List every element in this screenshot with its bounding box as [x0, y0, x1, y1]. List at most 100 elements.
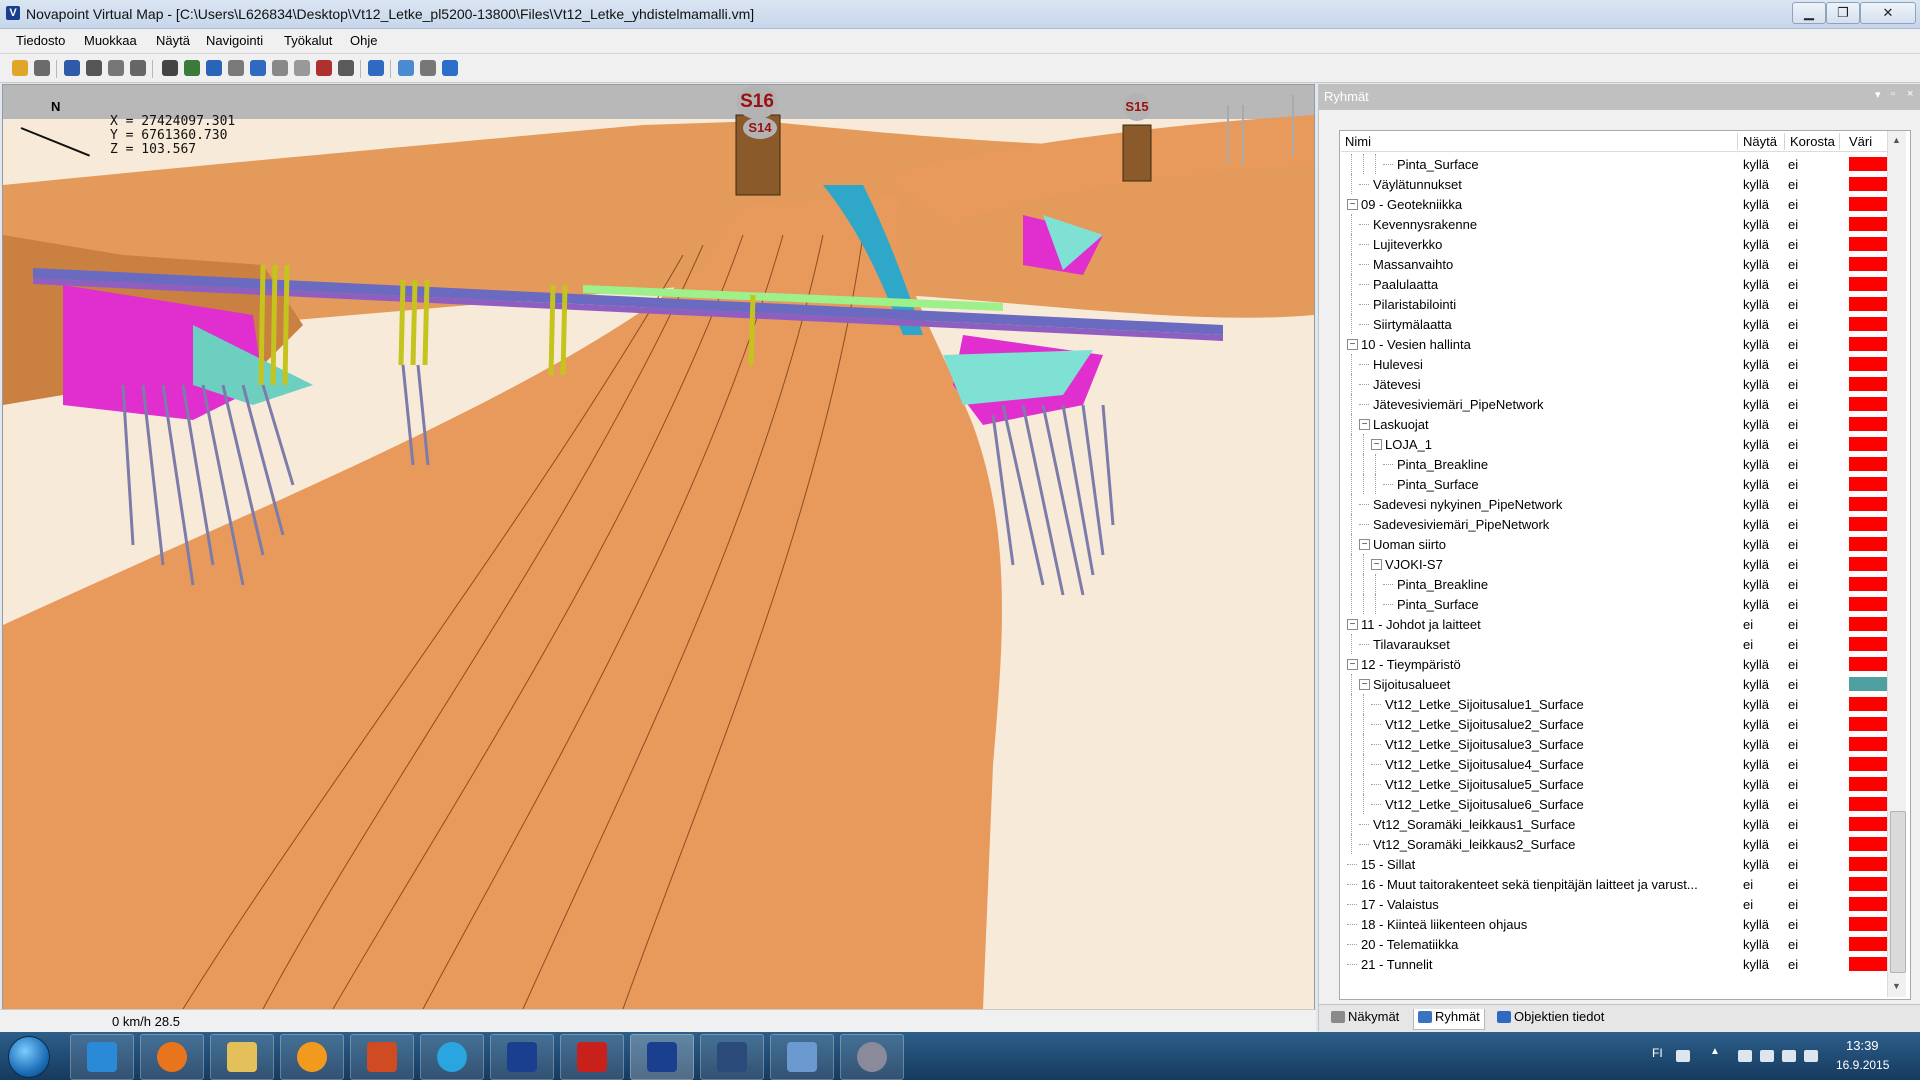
3d-viewport[interactable]: N X = 27424097.301 Y = 6761360.730 Z = 1… — [2, 84, 1315, 1010]
tree-scrollbar[interactable]: ▲ ▼ — [1887, 131, 1906, 997]
restore-button[interactable]: ❐ — [1826, 2, 1860, 24]
tree-row[interactable]: Pilaristabilointi kyllä ei — [1341, 294, 1891, 314]
visibility-value[interactable]: kyllä — [1743, 477, 1769, 492]
panel-close-icon[interactable]: × — [1907, 88, 1913, 100]
tree-row[interactable]: − VJOKI-S7 kyllä ei — [1341, 554, 1891, 574]
highlight-value[interactable]: ei — [1788, 217, 1798, 232]
minimize-button[interactable]: ▁ — [1792, 2, 1826, 24]
highlight-value[interactable]: ei — [1788, 317, 1798, 332]
info-query-icon[interactable] — [250, 60, 266, 76]
color-swatch[interactable] — [1849, 757, 1887, 771]
highlight-value[interactable]: ei — [1788, 417, 1798, 432]
tree-row[interactable]: Hulevesi kyllä ei — [1341, 354, 1891, 374]
color-swatch[interactable] — [1849, 897, 1887, 911]
highlight-value[interactable]: ei — [1788, 737, 1798, 752]
tree-row[interactable]: Vt12_Letke_Sijoitusalue5_Surface kyllä ei — [1341, 774, 1891, 794]
tree-row[interactable]: 16 - Muut taitorakenteet sekä tienpitäjä… — [1341, 874, 1891, 894]
highlight-value[interactable]: ei — [1788, 477, 1798, 492]
back-arrow-icon[interactable] — [64, 60, 80, 76]
visibility-value[interactable]: kyllä — [1743, 737, 1769, 752]
visibility-value[interactable]: kyllä — [1743, 417, 1769, 432]
menu-muokkaa[interactable]: Muokkaa — [84, 33, 137, 48]
tree-row[interactable]: − Uoman siirto kyllä ei — [1341, 534, 1891, 554]
color-swatch[interactable] — [1849, 817, 1887, 831]
tree-row[interactable]: Pinta_Surface kyllä ei — [1341, 154, 1891, 174]
color-swatch[interactable] — [1849, 277, 1887, 291]
tree-row[interactable]: Väylätunnukset kyllä ei — [1341, 174, 1891, 194]
color-swatch[interactable] — [1849, 737, 1887, 751]
visibility-value[interactable]: kyllä — [1743, 817, 1769, 832]
color-swatch[interactable] — [1849, 857, 1887, 871]
tab-nakymat[interactable]: Näkymät — [1327, 1009, 1403, 1029]
visibility-value[interactable]: kyllä — [1743, 217, 1769, 232]
highlight-value[interactable]: ei — [1788, 957, 1798, 972]
visibility-value[interactable]: kyllä — [1743, 657, 1769, 672]
pan-icon[interactable] — [108, 60, 124, 76]
highlight-value[interactable]: ei — [1788, 437, 1798, 452]
color-swatch[interactable] — [1849, 777, 1887, 791]
visibility-value[interactable]: kyllä — [1743, 597, 1769, 612]
novapoint-app-icon[interactable]: V — [6, 6, 20, 20]
tree-row[interactable]: Siirtymälaatta kyllä ei — [1341, 314, 1891, 334]
taskbar-media-player[interactable] — [280, 1034, 344, 1080]
walk-icon[interactable] — [162, 60, 178, 76]
zoom-icon[interactable] — [228, 60, 244, 76]
view-cube-icon[interactable] — [206, 60, 222, 76]
color-swatch[interactable] — [1849, 937, 1887, 951]
color-swatch[interactable] — [1849, 357, 1887, 371]
highlight-value[interactable]: ei — [1788, 257, 1798, 272]
tree-row[interactable]: Vt12_Letke_Sijoitusalue3_Surface kyllä ei — [1341, 734, 1891, 754]
highlight-value[interactable]: ei — [1788, 197, 1798, 212]
taskbar-skype[interactable] — [420, 1034, 484, 1080]
color-swatch[interactable] — [1849, 217, 1887, 231]
highlight-value[interactable]: ei — [1788, 297, 1798, 312]
menu-tiedosto[interactable]: Tiedosto — [16, 33, 65, 48]
security-icon[interactable] — [1804, 1050, 1818, 1062]
visibility-value[interactable]: kyllä — [1743, 777, 1769, 792]
tree-row[interactable]: Vt12_Soramäki_leikkaus2_Surface kyllä ei — [1341, 834, 1891, 854]
help-icon[interactable] — [442, 60, 458, 76]
taskbar-dwg[interactable] — [700, 1034, 764, 1080]
color-swatch[interactable] — [1849, 797, 1887, 811]
highlight-value[interactable]: ei — [1788, 537, 1798, 552]
close-button[interactable]: ✕ — [1860, 2, 1916, 24]
visibility-value[interactable]: kyllä — [1743, 357, 1769, 372]
color-swatch[interactable] — [1849, 477, 1887, 491]
menu-ohje[interactable]: Ohje — [350, 33, 377, 48]
visibility-value[interactable]: kyllä — [1743, 857, 1769, 872]
color-swatch[interactable] — [1849, 617, 1887, 631]
tree-row[interactable]: − Laskuojat kyllä ei — [1341, 414, 1891, 434]
volume-icon[interactable] — [1782, 1050, 1796, 1062]
highlight-value[interactable]: ei — [1788, 177, 1798, 192]
tree-row[interactable]: Vt12_Letke_Sijoitusalue1_Surface kyllä ei — [1341, 694, 1891, 714]
tree-row[interactable]: Jätevesi kyllä ei — [1341, 374, 1891, 394]
collapse-toggle-icon[interactable]: − — [1347, 339, 1358, 350]
visibility-value[interactable]: kyllä — [1743, 157, 1769, 172]
tree-row[interactable]: Vt12_Soramäki_leikkaus1_Surface kyllä ei — [1341, 814, 1891, 834]
tree-row[interactable]: 21 - Tunnelit kyllä ei — [1341, 954, 1891, 974]
tree-row[interactable]: Massanvaihto kyllä ei — [1341, 254, 1891, 274]
menu-navigointi[interactable]: Navigointi — [206, 33, 263, 48]
highlight-value[interactable]: ei — [1788, 157, 1798, 172]
tree-row[interactable]: Sadevesi nykyinen_PipeNetwork kyllä ei — [1341, 494, 1891, 514]
tree-row[interactable]: Vt12_Letke_Sijoitusalue4_Surface kyllä ei — [1341, 754, 1891, 774]
visibility-value[interactable]: kyllä — [1743, 297, 1769, 312]
collapse-toggle-icon[interactable]: − — [1347, 199, 1358, 210]
visibility-value[interactable]: kyllä — [1743, 337, 1769, 352]
highlight-value[interactable]: ei — [1788, 457, 1798, 472]
highlight-value[interactable]: ei — [1788, 917, 1798, 932]
tree-row[interactable]: Paalulaatta kyllä ei — [1341, 274, 1891, 294]
visibility-value[interactable]: kyllä — [1743, 377, 1769, 392]
column-divider[interactable] — [1784, 133, 1785, 150]
visibility-value[interactable]: ei — [1743, 897, 1753, 912]
highlight-value[interactable]: ei — [1788, 797, 1798, 812]
highlight-value[interactable]: ei — [1788, 637, 1798, 652]
taskbar-firefox[interactable] — [140, 1034, 204, 1080]
clock-date[interactable]: 16.9.2015 — [1836, 1058, 1889, 1072]
highlight-value[interactable]: ei — [1788, 277, 1798, 292]
highlight-value[interactable]: ei — [1788, 237, 1798, 252]
tree-row[interactable]: Tilavaraukset ei ei — [1341, 634, 1891, 654]
tab-objektien-tiedot[interactable]: Objektien tiedot — [1493, 1009, 1608, 1029]
collapse-toggle-icon[interactable]: − — [1359, 539, 1370, 550]
highlight-value[interactable]: ei — [1788, 377, 1798, 392]
